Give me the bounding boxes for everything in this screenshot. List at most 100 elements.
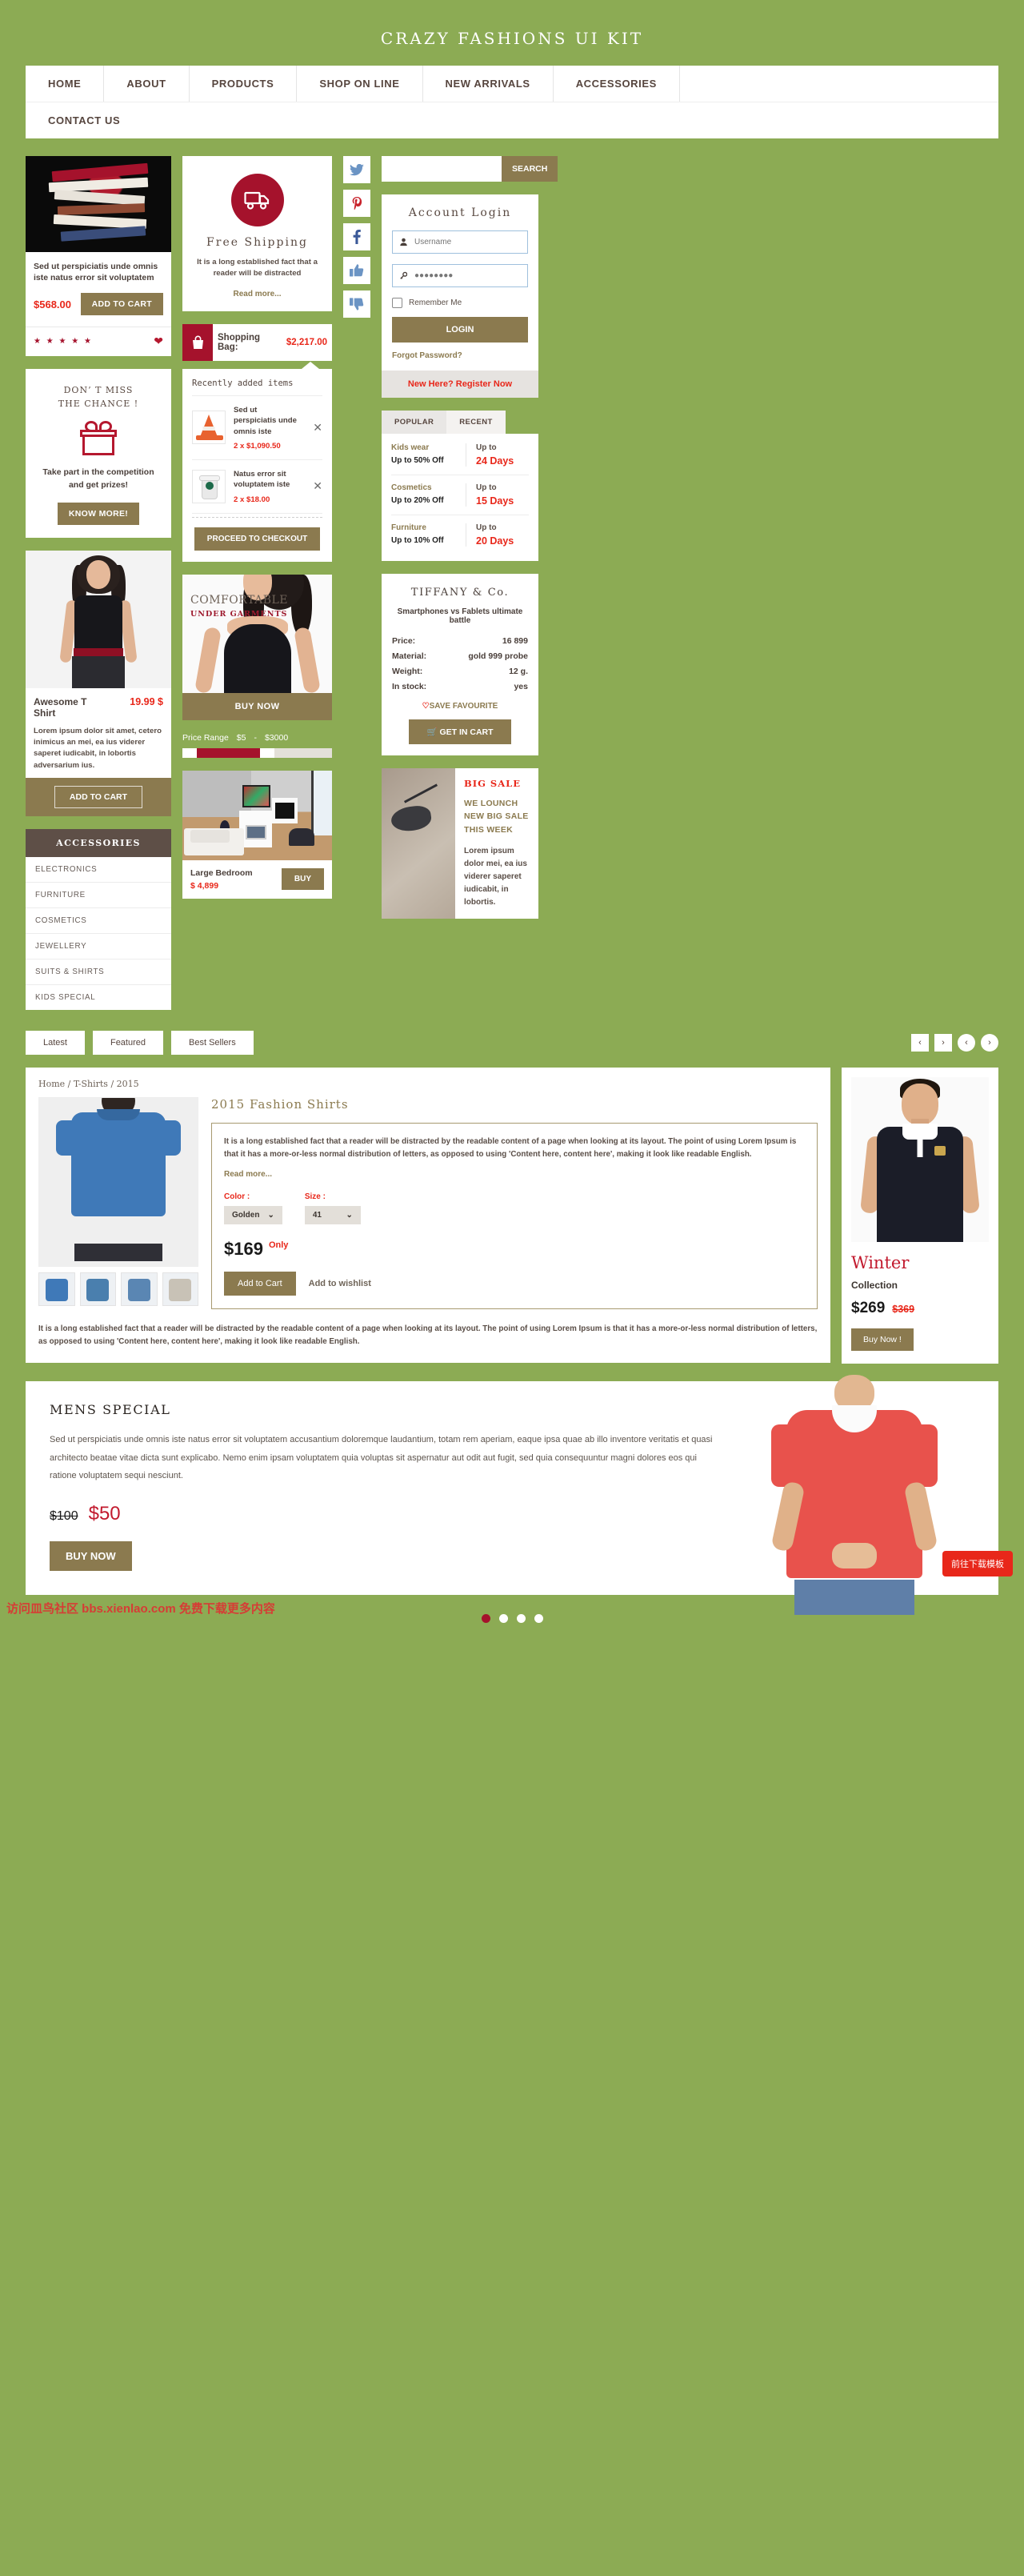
prev-arrow-square-icon[interactable]: ‹ — [911, 1034, 929, 1052]
remember-me-row[interactable]: Remember Me — [392, 298, 528, 308]
tshirt-add-to-cart-button[interactable]: ADD TO CART — [54, 786, 143, 809]
prev-arrow-round-icon[interactable]: ‹ — [958, 1034, 975, 1052]
get-in-cart-button[interactable]: 🛒 GET IN CART — [409, 719, 511, 744]
filter-featured-button[interactable]: Featured — [92, 1031, 163, 1056]
add-to-cart-button[interactable]: ADD TO CART — [80, 293, 163, 316]
lady-banner-image: COMFORTABLE UNDER GARMENTS — [182, 574, 332, 693]
size-select[interactable]: 41 ⌄ — [304, 1205, 361, 1224]
price-range-label: Price Range — [182, 732, 229, 743]
nav-item-home[interactable]: HOME — [26, 66, 105, 102]
twitter-icon[interactable] — [343, 156, 370, 183]
next-arrow-square-icon[interactable]: › — [934, 1034, 952, 1052]
password-input[interactable] — [414, 271, 520, 280]
search-input[interactable] — [382, 156, 502, 182]
remove-item-icon[interactable]: ✕ — [310, 479, 322, 493]
spec-label: Price: — [392, 636, 416, 646]
forgot-password-link[interactable]: Forgot Password? — [392, 343, 528, 371]
gallery-thumbnail[interactable] — [79, 1272, 116, 1307]
nav-item-about[interactable]: ABOUT — [104, 66, 190, 102]
register-now-link[interactable]: New Here? Register Now — [382, 371, 538, 398]
nav-item-accessories[interactable]: ACCESSORIES — [554, 66, 680, 102]
nav-item-shop-online[interactable]: SHOP ON LINE — [297, 66, 423, 102]
proceed-to-checkout-button[interactable]: PROCEED TO CHECKOUT — [194, 527, 321, 551]
size-value: 41 — [312, 1210, 322, 1220]
username-field[interactable] — [392, 230, 528, 254]
bag-list-item: Sed ut perspiciatis unde omnis iste 2 x … — [192, 396, 322, 461]
deal-row: Kids wear Up to 50% Off Up to 24 Days — [391, 435, 529, 475]
carousel-arrows: ‹ › ‹ › — [911, 1034, 998, 1052]
facebook-icon[interactable] — [343, 223, 370, 250]
next-arrow-round-icon[interactable]: › — [981, 1034, 998, 1052]
nav-item-contact-us[interactable]: CONTACT US — [26, 102, 998, 138]
gallery-thumbnail[interactable] — [121, 1272, 158, 1307]
thumbs-down-icon[interactable] — [343, 290, 370, 318]
accessories-item-cosmetics[interactable]: COSMETICS — [26, 908, 171, 935]
thumbs-up-icon[interactable] — [343, 257, 370, 284]
gallery-thumbnail[interactable] — [38, 1272, 75, 1307]
filter-best-sellers-button[interactable]: Best Sellers — [171, 1031, 254, 1056]
tab-popular[interactable]: POPULAR — [382, 411, 447, 434]
pinterest-icon[interactable] — [343, 190, 370, 217]
mens-buy-now-button[interactable]: BUY NOW — [50, 1540, 132, 1571]
know-more-button[interactable]: KNOW MORE! — [57, 502, 140, 525]
mens-old-price: $100 — [50, 1508, 78, 1523]
bedroom-image — [182, 770, 332, 860]
filter-latest-button[interactable]: Latest — [26, 1031, 85, 1056]
breadcrumb[interactable]: Home / T-Shirts / 2015 — [38, 1079, 818, 1089]
accessories-item-furniture[interactable]: FURNITURE — [26, 883, 171, 909]
accessories-item-electronics[interactable]: ELECTRONICS — [26, 857, 171, 883]
slider-handle-left[interactable] — [182, 747, 197, 758]
detail-price: $169 — [224, 1238, 263, 1259]
detail-add-to-cart-button[interactable]: Add to Cart — [224, 1271, 296, 1296]
detail-read-more[interactable]: Read more... — [224, 1170, 805, 1179]
sunglasses-image — [382, 768, 455, 919]
carousel-dot[interactable] — [498, 1613, 508, 1623]
gallery-thumbnail[interactable] — [162, 1272, 198, 1307]
lady-banner-buy-now-button[interactable]: BUY NOW — [182, 692, 332, 720]
tiffany-card: TIFFANY & Co. Smartphones vs Fablets ult… — [382, 574, 538, 755]
password-field[interactable] — [392, 264, 528, 287]
color-value: Golden — [232, 1210, 260, 1220]
detail-add-to-wishlist-link[interactable]: Add to wishlist — [309, 1279, 371, 1288]
download-template-badge[interactable]: 前往下载模板 — [942, 1550, 1013, 1576]
remove-item-icon[interactable]: ✕ — [310, 421, 322, 435]
gallery-main-image[interactable] — [38, 1097, 198, 1268]
shopping-bag-icon — [182, 323, 213, 361]
side-buy-now-button[interactable]: Buy Now ! — [851, 1328, 914, 1352]
accessories-item-kids-special[interactable]: KIDS SPECIAL — [26, 985, 171, 1010]
nav-item-products[interactable]: PRODUCTS — [190, 66, 298, 102]
deal-category: Furniture — [391, 523, 426, 532]
detail-footer-text: It is a long established fact that a rea… — [38, 1324, 818, 1346]
nav-item-new-arrivals[interactable]: NEW ARRIVALS — [423, 66, 554, 102]
big-sale-heading: WE LOUNCH NEW BIG SALE THIS WEEK — [464, 799, 529, 835]
big-sale-tag: BIG SALE — [464, 778, 522, 789]
coffee-cup-thumbnail — [192, 469, 226, 503]
product-gallery — [38, 1097, 198, 1309]
social-column — [343, 156, 370, 324]
slider-handle-right[interactable] — [259, 747, 274, 758]
carousel-dot[interactable] — [516, 1613, 526, 1623]
size-select-group: Size : 41 ⌄ — [304, 1192, 361, 1224]
chevron-down-icon: ⌄ — [346, 1210, 353, 1220]
login-button[interactable]: LOGIN — [392, 317, 528, 343]
shopping-bag-bar[interactable]: Shopping Bag: $2,217.00 — [182, 323, 332, 361]
remember-me-checkbox[interactable] — [392, 298, 402, 308]
get-in-cart-label: GET IN CART — [439, 727, 494, 737]
accessories-item-suits-shirts[interactable]: SUITS & SHIRTS — [26, 959, 171, 986]
price-range-slider[interactable] — [182, 747, 332, 758]
tab-recent[interactable]: RECENT — [446, 411, 506, 434]
product-detail-main: Home / T-Shirts / 2015 2015 Fashion Shir… — [26, 1068, 830, 1363]
price-range-max: $3000 — [264, 732, 289, 743]
bedroom-buy-button[interactable]: BUY — [281, 868, 324, 891]
carousel-dot[interactable] — [481, 1613, 490, 1623]
favourite-heart-icon[interactable]: ❤ — [154, 335, 163, 348]
username-input[interactable] — [414, 238, 520, 246]
carousel-dot[interactable] — [534, 1613, 543, 1623]
search-button[interactable]: SEARCH — [502, 156, 558, 182]
accessories-item-jewellery[interactable]: JEWELLERY — [26, 934, 171, 960]
deal-days: 24 Days — [476, 455, 514, 467]
free-shipping-read-more[interactable]: Read more... — [194, 290, 321, 298]
color-select[interactable]: Golden ⌄ — [224, 1205, 282, 1224]
right-column: SEARCH Account Login Remember Me LOGIN — [382, 156, 558, 919]
save-favourite-link[interactable]: ♡SAVE FAVOURITE — [392, 702, 528, 711]
